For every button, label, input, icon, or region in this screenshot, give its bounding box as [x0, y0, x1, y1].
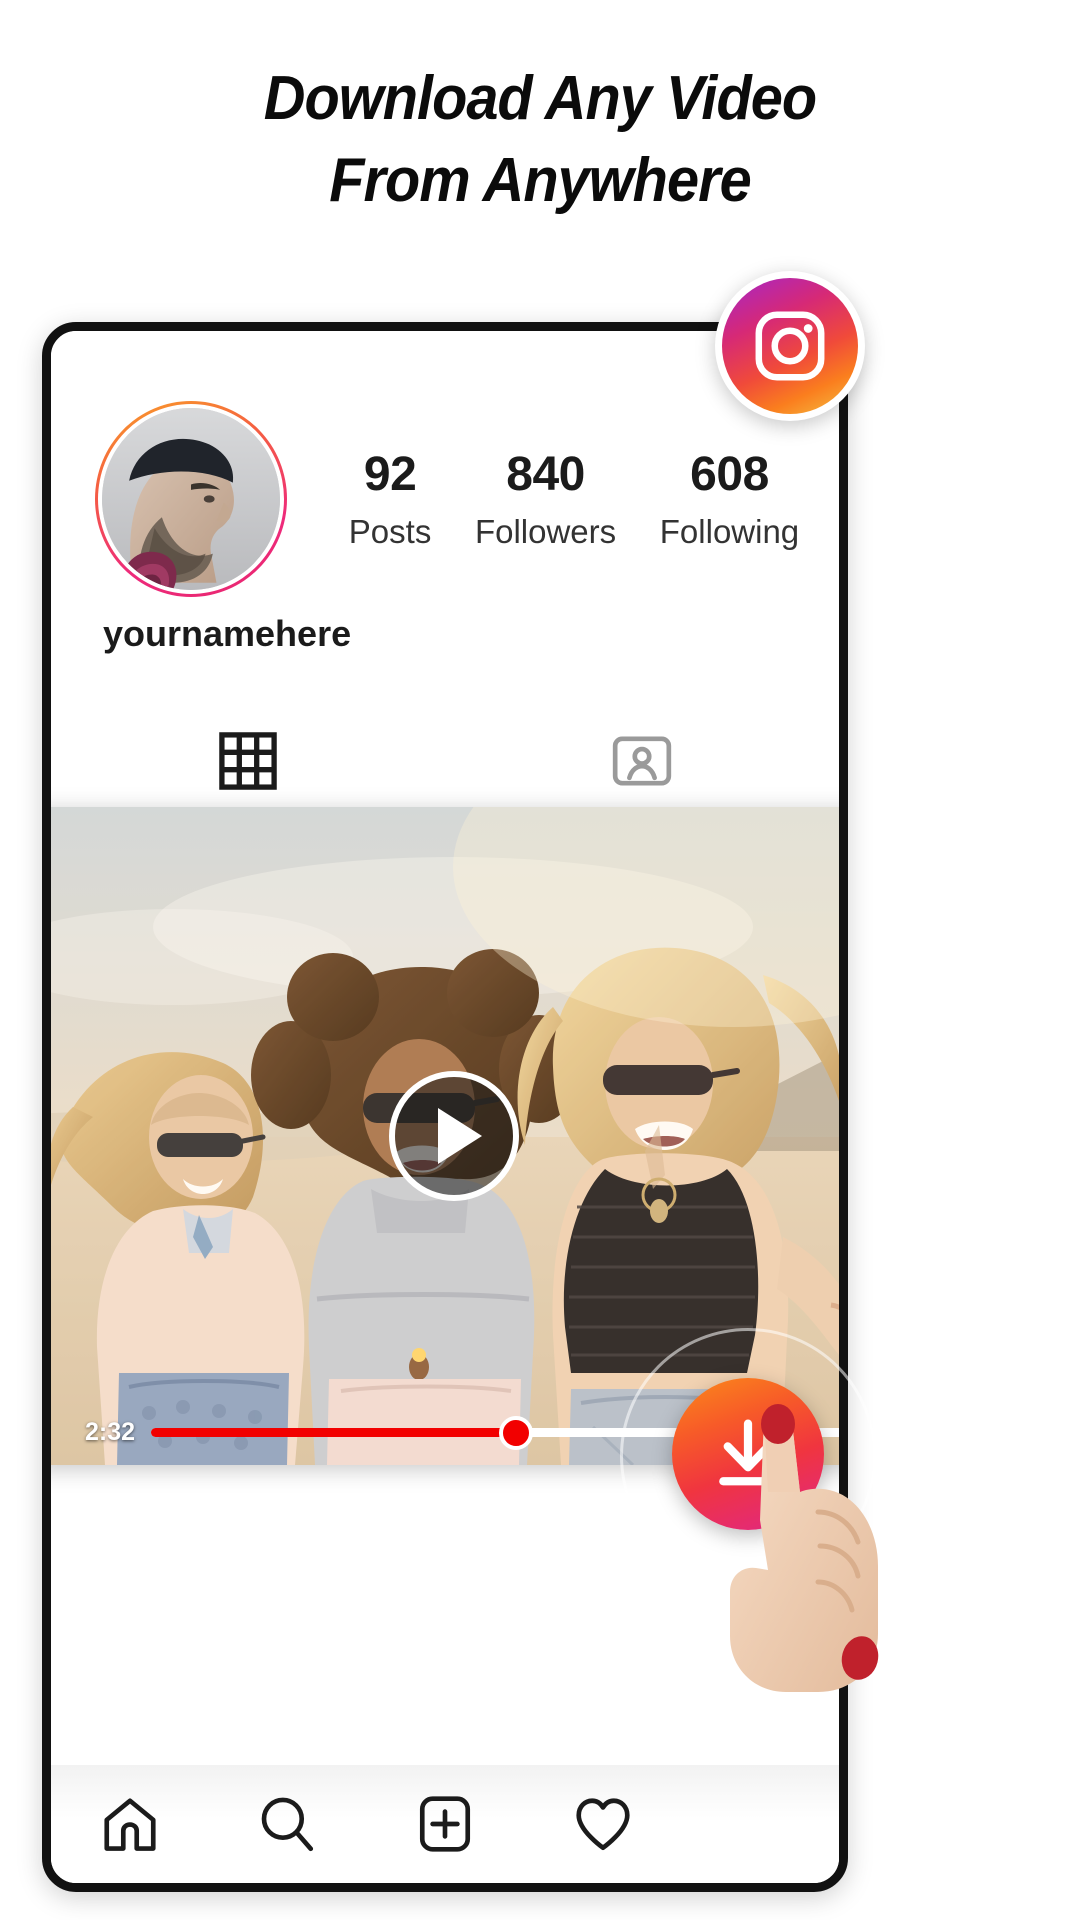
add-post-icon	[419, 1796, 471, 1852]
tab-tagged[interactable]	[445, 713, 839, 809]
play-icon	[438, 1108, 482, 1164]
progress-thumb[interactable]	[499, 1415, 534, 1450]
stat-following-value: 608	[690, 447, 769, 501]
headline-line-2: From Anywhere	[329, 146, 751, 215]
profile-stats: 92 Posts 840 Followers 608 Following	[287, 447, 839, 550]
bottom-navigation	[51, 1765, 839, 1883]
stat-following[interactable]: 608 Following	[659, 447, 800, 550]
profile-header: 92 Posts 840 Followers 608 Following	[51, 379, 839, 619]
download-button[interactable]	[672, 1378, 824, 1530]
play-button[interactable]	[389, 1071, 519, 1201]
stat-followers[interactable]: 840 Followers	[474, 447, 617, 550]
heart-icon	[575, 1798, 630, 1851]
nav-item-add-post[interactable]	[366, 1793, 524, 1855]
page-title: Download Any Video From Anywhere	[38, 58, 1042, 222]
instagram-badge[interactable]	[715, 271, 865, 421]
nav-item-activity[interactable]	[524, 1793, 682, 1855]
stat-posts[interactable]: 92 Posts	[348, 447, 432, 550]
download-icon	[719, 1419, 777, 1486]
home-icon	[104, 1798, 156, 1851]
grid-icon	[219, 732, 277, 790]
avatar-ring	[95, 401, 287, 597]
nav-item-search[interactable]	[209, 1793, 367, 1855]
search-icon	[262, 1797, 314, 1852]
video-timestamp: 2:32	[85, 1418, 136, 1446]
stat-posts-value: 92	[363, 447, 417, 501]
promo-screenshot: Download Any Video From Anywhere 92 Post…	[0, 0, 1080, 1920]
nav-item-home[interactable]	[51, 1793, 209, 1855]
stat-followers-label: Followers	[474, 512, 617, 550]
tab-grid[interactable]	[51, 713, 445, 809]
phone-screen: 92 Posts 840 Followers 608 Following you…	[51, 331, 839, 1883]
tagged-icon	[612, 736, 672, 786]
stat-followers-value: 840	[506, 447, 585, 501]
avatar[interactable]	[102, 408, 280, 590]
profile-username: yournamehere	[103, 613, 352, 654]
progress-fill	[151, 1428, 517, 1437]
profile-tabs	[51, 713, 839, 809]
stat-posts-label: Posts	[348, 512, 432, 550]
stat-following-label: Following	[659, 512, 800, 550]
phone-mockup: 92 Posts 840 Followers 608 Following you…	[42, 322, 848, 1892]
user-avatar-photo	[102, 408, 280, 590]
headline-line-1: Download Any Video	[263, 64, 817, 133]
instagram-camera-icon	[755, 311, 825, 381]
